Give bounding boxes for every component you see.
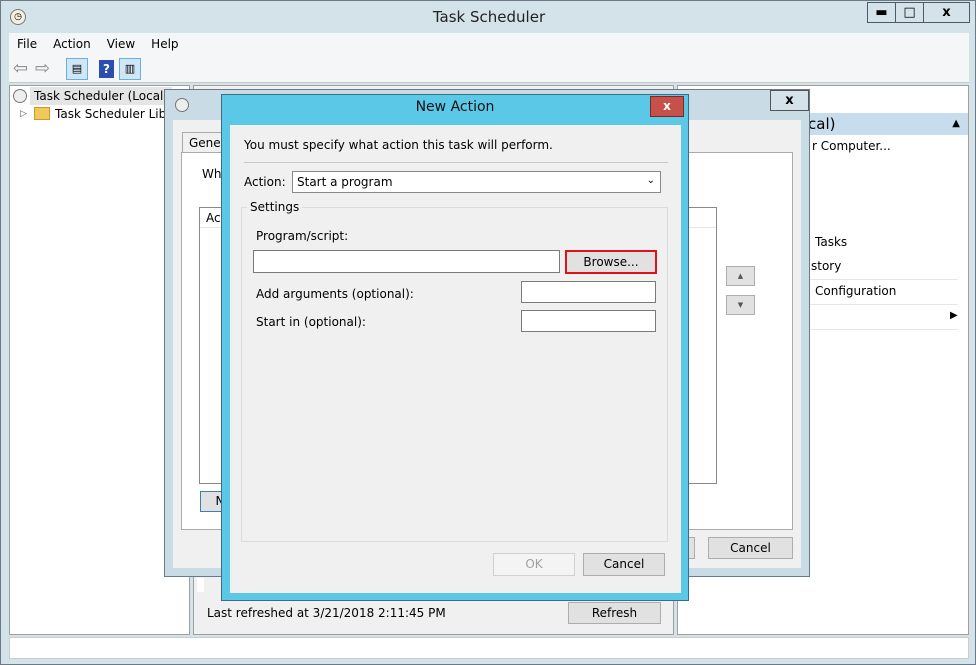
forward-arrow-icon[interactable]: ⇨ bbox=[35, 58, 50, 79]
clock-icon bbox=[175, 98, 189, 112]
action-select[interactable]: Start a program ⌄ bbox=[292, 171, 661, 193]
create-task-cancel-button[interactable]: Cancel bbox=[708, 537, 793, 559]
arguments-label: Add arguments (optional): bbox=[256, 287, 414, 301]
help-icon[interactable]: ? bbox=[99, 60, 114, 78]
move-up-button[interactable]: ▲ bbox=[726, 266, 755, 286]
action-label: Action: bbox=[244, 175, 286, 189]
menu-bar: File Action View Help bbox=[9, 33, 969, 55]
move-down-button[interactable]: ▼ bbox=[726, 295, 755, 315]
program-input[interactable] bbox=[253, 250, 560, 273]
maximize-button[interactable]: □ bbox=[895, 2, 924, 23]
menu-view[interactable]: View bbox=[99, 33, 143, 55]
show-hide-tree-icon[interactable]: ▤ bbox=[66, 58, 88, 80]
new-action-dialog: New Action x You must specify what actio… bbox=[221, 94, 689, 601]
toolbar: ⇦ ⇨ ▤ ? ▥ bbox=[9, 55, 969, 83]
browse-button[interactable]: Browse... bbox=[565, 250, 657, 274]
submenu-arrow-icon[interactable]: ▶ bbox=[950, 310, 958, 321]
scroll-area bbox=[197, 578, 204, 592]
ok-button[interactable]: OK bbox=[493, 553, 575, 576]
refresh-button[interactable]: Refresh bbox=[568, 602, 661, 624]
settings-label: Settings bbox=[247, 200, 303, 214]
action-item-history[interactable]: story bbox=[811, 259, 841, 273]
action-item-connect[interactable]: r Computer... bbox=[812, 139, 891, 153]
start-in-label: Start in (optional): bbox=[256, 315, 366, 329]
action-item-configuration[interactable]: Configuration bbox=[815, 284, 896, 298]
collapse-icon[interactable]: ▲ bbox=[952, 113, 960, 135]
window-title: Task Scheduler bbox=[432, 8, 546, 26]
dialog-title: New Action bbox=[415, 99, 495, 115]
create-task-close-button[interactable]: x bbox=[770, 90, 809, 111]
dialog-close-button[interactable]: x bbox=[650, 96, 684, 117]
tree-item-root[interactable]: Task Scheduler (Local) bbox=[30, 87, 173, 105]
close-button[interactable]: x bbox=[923, 2, 970, 23]
menu-help[interactable]: Help bbox=[143, 33, 186, 55]
status-bar bbox=[9, 637, 969, 659]
cancel-button[interactable]: Cancel bbox=[583, 553, 665, 576]
instruction-text: You must specify what action this task w… bbox=[244, 138, 553, 152]
arguments-input[interactable] bbox=[521, 281, 656, 303]
tab-general[interactable]: Gener bbox=[182, 132, 226, 153]
menu-action[interactable]: Action bbox=[45, 33, 99, 55]
separator bbox=[244, 162, 668, 163]
show-hide-action-pane-icon[interactable]: ▥ bbox=[119, 58, 141, 80]
chevron-down-icon: ⌄ bbox=[646, 175, 655, 186]
action-item-tasks[interactable]: Tasks bbox=[815, 235, 847, 249]
folder-clock-icon bbox=[34, 107, 50, 120]
action-select-value: Start a program bbox=[297, 175, 393, 189]
program-label: Program/script: bbox=[256, 229, 349, 243]
minimize-button[interactable]: ▬ bbox=[867, 2, 896, 23]
start-in-input[interactable] bbox=[521, 310, 656, 332]
tree-pane: Task Scheduler (Local) ▷ Task Scheduler … bbox=[9, 85, 191, 635]
last-refreshed-text: Last refreshed at 3/21/2018 2:11:45 PM bbox=[207, 606, 446, 620]
expand-arrow-icon[interactable]: ▷ bbox=[20, 109, 27, 119]
menu-file[interactable]: File bbox=[9, 33, 45, 55]
back-arrow-icon[interactable]: ⇦ bbox=[13, 58, 28, 79]
actions-header-label: cal) bbox=[808, 115, 836, 133]
clock-icon bbox=[13, 89, 27, 103]
